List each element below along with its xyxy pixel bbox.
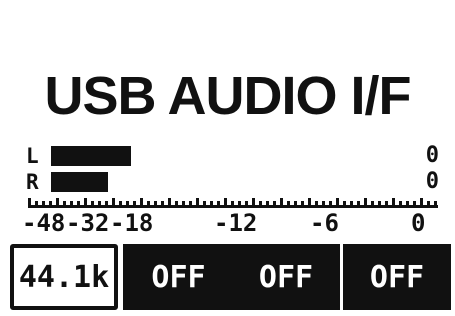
meter-tick	[238, 201, 241, 206]
scale-label: 0	[411, 209, 426, 237]
meter-tick	[413, 201, 416, 206]
function-button-2[interactable]: OFF	[123, 244, 234, 310]
meter-tick	[343, 201, 346, 206]
meter-tick	[266, 201, 269, 206]
meter-tick	[280, 198, 283, 206]
meter-tick	[147, 201, 150, 206]
meter-tick	[210, 201, 213, 206]
meter-tick	[399, 201, 402, 206]
meter-tick	[350, 201, 353, 206]
peak-value-left: 0	[425, 143, 439, 168]
meter-tick	[315, 201, 318, 206]
meter-tick	[385, 201, 388, 206]
screen-title: USB AUDIO I/F	[44, 66, 411, 126]
meter-scale: -48 -32 -18 -12 -6 0	[0, 208, 455, 238]
meter-tick	[336, 198, 339, 206]
meter-tick	[77, 201, 80, 206]
meter-tick	[56, 198, 59, 206]
meter-tick	[287, 201, 290, 206]
meter-tick	[42, 201, 45, 206]
level-meter-left	[51, 146, 131, 166]
function-button-3[interactable]: OFF	[232, 244, 340, 310]
meter-tick	[224, 198, 227, 206]
meter-tick	[70, 201, 73, 206]
meter-tick	[98, 201, 101, 206]
meter-tick	[322, 201, 325, 206]
meter-tick	[175, 201, 178, 206]
meter-tick	[371, 201, 374, 206]
meter-tick	[84, 198, 87, 206]
meter-tick	[308, 198, 311, 206]
meter-tick	[140, 198, 143, 206]
meter-tick	[126, 201, 129, 206]
sample-rate-button[interactable]: 44.1k	[10, 244, 118, 310]
meter-tick	[378, 201, 381, 206]
meter-tick	[273, 201, 276, 206]
scale-label: -48	[22, 209, 66, 237]
meter-tick	[427, 201, 430, 206]
meter-tick	[392, 198, 395, 206]
meter-tick	[35, 201, 38, 206]
meter-tick	[329, 201, 332, 206]
scale-label: -18	[110, 209, 154, 237]
meter-tick	[252, 198, 255, 206]
meter-tick	[28, 198, 31, 206]
meter-tick	[203, 201, 206, 206]
meter-tick	[196, 198, 199, 206]
meter-tick	[245, 201, 248, 206]
device-screen: USB AUDIO I/F L 0 R 0 -48 -32 -18 -12 -6…	[0, 0, 455, 316]
function-button-row: 44.1k OFF OFF OFF	[10, 244, 451, 310]
meter-tick	[112, 198, 115, 206]
meter-tick	[133, 201, 136, 206]
meter-tick	[301, 201, 304, 206]
meter-tick	[182, 201, 185, 206]
channel-label-left: L	[26, 144, 39, 168]
meter-tick	[105, 201, 108, 206]
level-meter-right	[51, 172, 108, 192]
meter-tick	[231, 201, 234, 206]
meter-tick	[91, 201, 94, 206]
meter-tick	[357, 201, 360, 206]
peak-value-right: 0	[425, 169, 439, 194]
function-button-4[interactable]: OFF	[343, 244, 451, 310]
meter-tick	[154, 201, 157, 206]
meter-tick	[420, 198, 423, 206]
scale-label: -12	[214, 209, 258, 237]
meter-tick	[119, 201, 122, 206]
meter-tick	[168, 198, 171, 206]
scale-label: -6	[310, 209, 339, 237]
scale-label: -32	[66, 209, 110, 237]
meter-tick	[294, 201, 297, 206]
meter-tick	[364, 198, 367, 206]
meter-tick	[189, 201, 192, 206]
channel-label-right: R	[26, 170, 39, 194]
meter-tick	[259, 201, 262, 206]
meter-tick	[406, 201, 409, 206]
meter-tick	[217, 201, 220, 206]
meter-tick	[161, 201, 164, 206]
meter-tick	[49, 201, 52, 206]
meter-tick	[63, 201, 66, 206]
meter-tick-marks	[28, 198, 438, 208]
meter-tick	[434, 201, 437, 206]
